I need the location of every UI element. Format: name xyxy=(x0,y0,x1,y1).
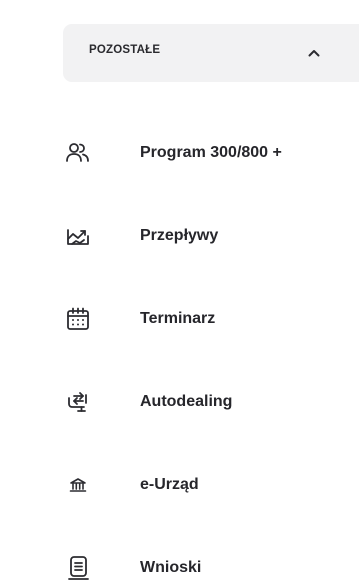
calendar-icon xyxy=(64,305,92,333)
menu-item-label: Program 300/800 + xyxy=(140,144,282,161)
menu-item-terminarz[interactable]: Terminarz xyxy=(56,297,359,341)
menu-item-wnioski[interactable]: Wnioski xyxy=(56,546,359,581)
menu-item-label: Przepływy xyxy=(140,227,219,244)
exchange-icon xyxy=(64,388,92,416)
menu-item-label: Terminarz xyxy=(140,310,216,327)
flows-icon xyxy=(64,222,92,250)
menu-item-autodealing[interactable]: Autodealing xyxy=(56,380,359,424)
menu-item-label: Wnioski xyxy=(140,559,202,576)
document-icon xyxy=(64,554,92,581)
users-icon xyxy=(64,139,92,167)
menu-item-label: e-Urząd xyxy=(140,476,199,493)
menu-item-label: Autodealing xyxy=(140,393,233,410)
menu-item-e-urzad[interactable]: e-Urząd xyxy=(56,463,359,507)
menu-item-program-300-800[interactable]: Program 300/800 + xyxy=(56,131,359,175)
menu-item-przeplywy[interactable]: Przepływy xyxy=(56,214,359,258)
sidebar-menu: POZOSTAŁE Program 300/800 + Przepływy Te… xyxy=(0,0,359,581)
chevron-up-icon[interactable] xyxy=(304,43,324,63)
section-title: POZOSTAŁE xyxy=(89,44,161,56)
government-building-icon xyxy=(64,471,92,499)
section-header-pozostale[interactable]: POZOSTAŁE xyxy=(63,24,359,82)
